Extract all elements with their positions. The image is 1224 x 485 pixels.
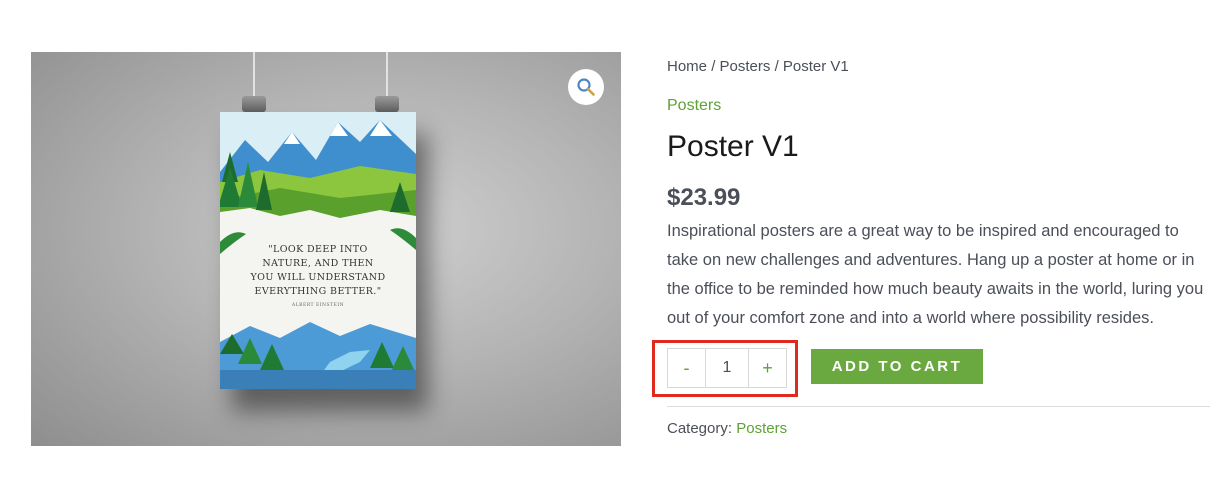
magnifier-icon xyxy=(577,78,595,96)
category-value-link[interactable]: Posters xyxy=(736,420,787,437)
breadcrumb-current: Poster V1 xyxy=(782,58,849,75)
product-image[interactable]: "LOOK DEEP INTO NATURE, AND THEN YOU WIL… xyxy=(220,112,416,389)
category-label: Category: xyxy=(667,420,733,437)
product-gallery: "LOOK DEEP INTO NATURE, AND THEN YOU WIL… xyxy=(31,52,621,446)
product-category-link[interactable]: Posters xyxy=(667,97,721,115)
breadcrumb-separator: / xyxy=(711,58,716,75)
product-price: $23.99 xyxy=(667,184,741,211)
breadcrumb-home-link[interactable]: Home xyxy=(667,58,707,75)
poster-quote-line: YOU WILL UNDERSTAND xyxy=(250,272,386,283)
quantity-input[interactable] xyxy=(705,348,749,388)
product-title: Poster V1 xyxy=(667,130,799,163)
breadcrumb: Home / Posters / Poster V1 xyxy=(667,58,849,75)
add-to-cart-button[interactable]: ADD TO CART xyxy=(811,349,983,384)
hanger-string-left xyxy=(253,52,255,98)
quantity-decrease-button[interactable]: - xyxy=(667,348,705,388)
poster-clip-left xyxy=(242,96,266,112)
poster-quote-line: NATURE, AND THEN xyxy=(262,258,374,269)
hanger-string-right xyxy=(386,52,388,98)
breadcrumb-category-link[interactable]: Posters xyxy=(720,58,771,75)
product-meta: Category: Posters xyxy=(667,420,787,437)
poster-clip-right xyxy=(375,96,399,112)
poster-quote-line: "LOOK DEEP INTO xyxy=(268,244,368,255)
image-zoom-button[interactable] xyxy=(568,69,604,105)
poster-quote: "LOOK DEEP INTO NATURE, AND THEN YOU WIL… xyxy=(220,243,416,299)
poster-quote-author: ALBERT EINSTEIN xyxy=(291,303,345,308)
poster-quote-line: EVERYTHING BETTER." xyxy=(254,286,382,297)
meta-divider xyxy=(667,406,1210,407)
breadcrumb-separator: / xyxy=(774,58,779,75)
product-description: Inspirational posters are a great way to… xyxy=(667,222,1204,327)
quantity-stepper: - + xyxy=(667,348,788,388)
quantity-increase-button[interactable]: + xyxy=(749,348,787,388)
